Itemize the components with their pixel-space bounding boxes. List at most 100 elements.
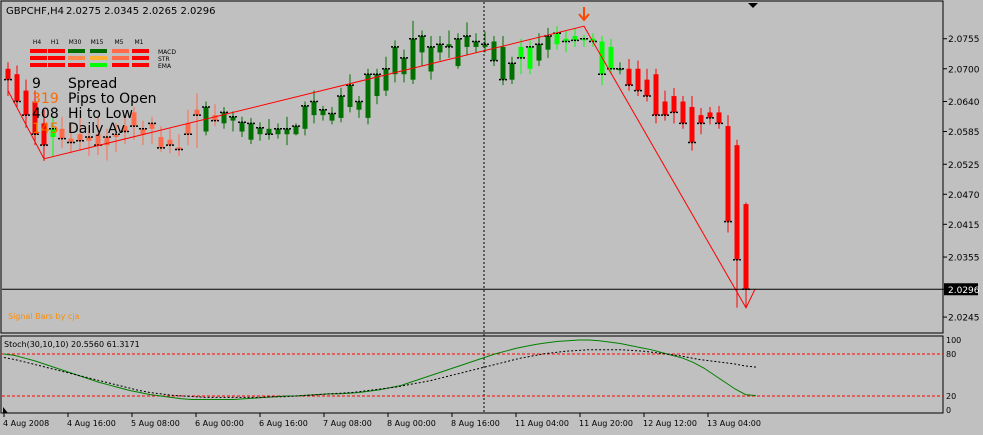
candle-body	[266, 128, 272, 135]
stat-label: Spread	[68, 76, 117, 92]
time-tick-label: 4 Aug 2008	[3, 419, 49, 428]
signal-cell	[132, 63, 149, 67]
candle-body	[284, 128, 290, 135]
candle-body	[545, 36, 551, 50]
candle-body	[149, 123, 155, 129]
signal-cell	[90, 63, 107, 67]
signal-cell	[112, 56, 129, 60]
stat-value: 319	[32, 91, 59, 107]
time-tick-label: 11 Aug 04:00	[515, 419, 569, 428]
candle-body	[554, 33, 560, 45]
signal-cell	[112, 49, 129, 53]
price-tick-label: 2.0525	[948, 161, 980, 171]
time-tick-label: 13 Aug 04:00	[707, 419, 761, 428]
candle-body	[59, 128, 65, 139]
candle-body	[356, 101, 362, 110]
candle-body	[671, 96, 677, 113]
candle-body	[401, 57, 407, 75]
candle-body	[383, 68, 389, 91]
stoch-tick-label: 80	[946, 350, 956, 359]
time-tick-label: 8 Aug 00:00	[387, 419, 436, 428]
signal-cell	[112, 63, 129, 67]
timeframe-label: H1	[51, 39, 60, 46]
timeframe-label: M15	[91, 39, 104, 46]
price-tick-label: 2.0700	[948, 65, 980, 75]
candle-body	[311, 101, 317, 116]
candle-body	[455, 38, 461, 67]
candle-body	[347, 85, 353, 107]
candle-body	[689, 106, 695, 143]
stat-label: Pips to Open	[68, 91, 157, 107]
signal-cell	[48, 49, 65, 53]
candle-body	[662, 101, 668, 116]
signal-cell	[90, 56, 107, 60]
candle-body	[392, 46, 398, 75]
stoch-tick-label: 0	[946, 406, 951, 415]
candle-body	[14, 74, 20, 102]
price-tick-label: 2.0470	[948, 191, 980, 201]
trading-chart-window: 2.0755 2.0700 2.0640 2.0585 2.0525 2.0470 2.04…	[0, 0, 983, 431]
candle-body	[257, 127, 263, 135]
candle-body	[707, 112, 713, 118]
candle-body	[473, 41, 479, 47]
signal-cell	[68, 56, 85, 60]
price-tick-label: 2.0245	[948, 314, 980, 324]
candle-body	[653, 74, 659, 116]
stat-value: 9	[32, 76, 41, 92]
candle-body	[716, 112, 722, 124]
price-tick-label: 2.0296	[948, 286, 980, 296]
time-tick-label: 6 Aug 00:00	[195, 419, 244, 428]
candle-body	[248, 123, 254, 140]
signal-cell	[68, 63, 85, 67]
time-tick-label: 8 Aug 16:00	[451, 419, 500, 428]
candle-body	[329, 113, 335, 121]
candle-body	[509, 63, 515, 80]
indicator-watermark: Signal Bars by cja	[8, 312, 79, 321]
candle-body	[320, 109, 326, 116]
candle-body	[437, 44, 443, 53]
indicator-label: MACD	[158, 49, 176, 56]
chart-symbol: GBPCHF,H4	[6, 6, 64, 17]
timeframe-label: M30	[69, 39, 82, 46]
stoch-tick-label: 100	[946, 336, 961, 345]
signal-cell	[30, 56, 47, 60]
signal-cell	[48, 63, 65, 67]
candle-body	[23, 90, 29, 116]
indicator-label: EMA	[158, 63, 172, 70]
timeframe-label: H4	[33, 39, 42, 46]
candle-body	[140, 128, 146, 135]
stat-label: Daily Av	[68, 121, 125, 137]
candle-body	[608, 46, 614, 69]
time-tick-label: 7 Aug 08:00	[323, 419, 372, 428]
price-tick-label: 2.0415	[948, 221, 980, 231]
candle-body	[5, 68, 11, 80]
candle-body	[680, 101, 686, 124]
candle-body	[158, 136, 164, 148]
candle-body	[194, 109, 200, 116]
candle-body	[464, 36, 470, 47]
timeframe-label: M1	[135, 39, 144, 46]
candle-body	[410, 38, 416, 80]
stat-value: 408	[32, 106, 59, 122]
chart-canvas: 2.0755 2.0700 2.0640 2.0585 2.0525 2.0470 2.04…	[0, 0, 983, 431]
price-tick-label: 2.0755	[948, 35, 980, 45]
stat-label: Hi to Low	[68, 106, 133, 122]
candle-body	[527, 46, 533, 69]
candle-body	[167, 139, 173, 146]
candle-body	[365, 74, 371, 118]
time-tick-label: 5 Aug 08:00	[131, 419, 180, 428]
candle-body	[302, 105, 308, 129]
price-tick-label: 2.0355	[948, 254, 980, 264]
signal-cell	[68, 49, 85, 53]
signal-cell	[90, 49, 107, 53]
candle-body	[185, 123, 191, 135]
signal-cell	[30, 63, 47, 67]
candle-body	[644, 79, 650, 97]
candle-body	[743, 204, 749, 290]
time-tick-label: 4 Aug 16:00	[67, 419, 116, 428]
indicator-label: STR	[158, 56, 170, 63]
candle-body	[725, 126, 731, 222]
candle-body	[698, 115, 704, 124]
signal-cell	[48, 56, 65, 60]
stat-value: 145	[32, 121, 59, 137]
